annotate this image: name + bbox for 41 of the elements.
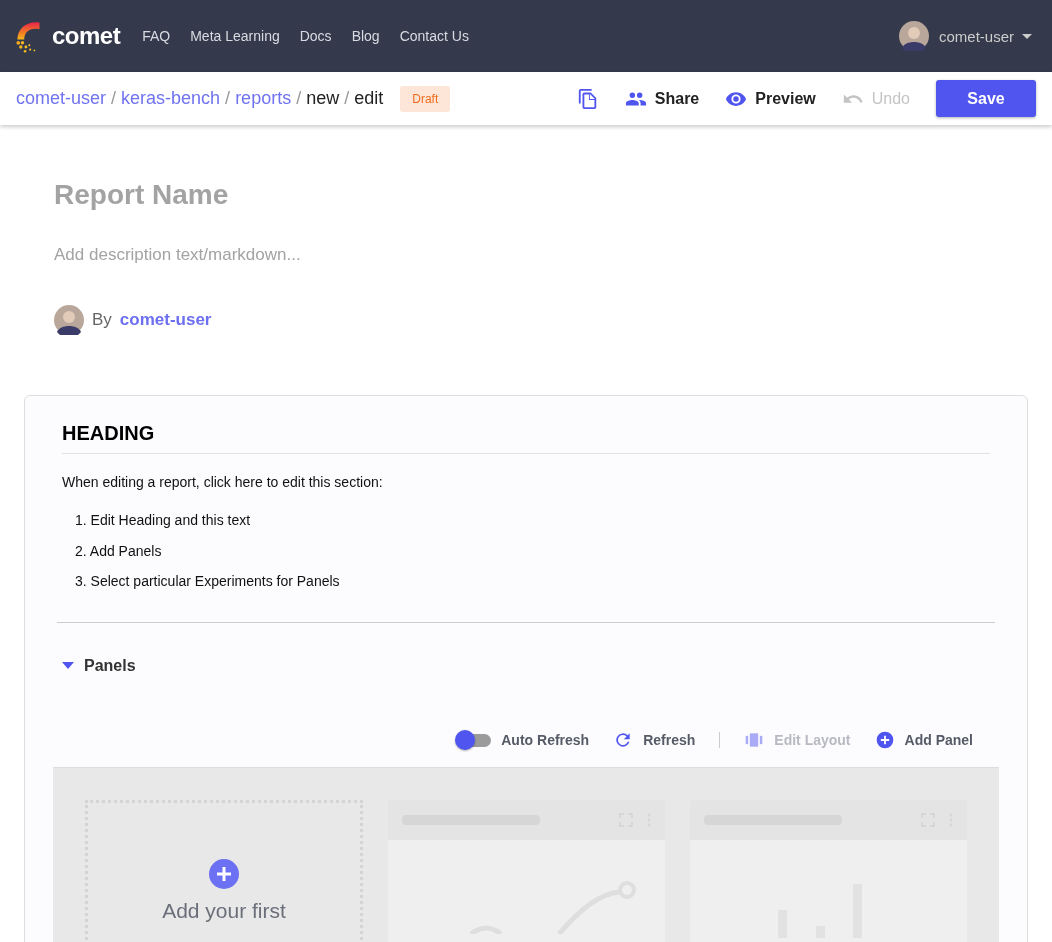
breadcrumb-separator: /: [344, 88, 350, 109]
breadcrumb-link[interactable]: reports: [235, 88, 292, 109]
breadcrumb-item: new: [306, 88, 340, 109]
refresh-button[interactable]: Refresh: [613, 729, 696, 750]
panels-toggle[interactable]: Panels: [62, 656, 136, 675]
section-text: When editing a report, click here to edit this section:: [62, 474, 384, 490]
author-link[interactable]: comet-user: [119, 310, 212, 330]
section-heading: HEADING: [62, 422, 990, 454]
breadcrumb-link[interactable]: keras-bench: [121, 88, 221, 109]
save-button[interactable]: Save: [936, 80, 1036, 117]
auto-refresh-toggle[interactable]: Auto Refresh: [455, 729, 590, 750]
add-icon: [874, 729, 895, 750]
nav-link[interactable]: Blog: [351, 28, 380, 44]
draft-badge: Draft: [400, 85, 451, 112]
add-panel-placeholder[interactable]: Add your first: [85, 799, 363, 942]
step-item: 3. Select particular Experiments for Panels: [75, 573, 341, 591]
nav-link[interactable]: Docs: [299, 28, 332, 44]
add-panel-button[interactable]: Add Panel: [874, 729, 973, 750]
placeholder-text: Add your first: [162, 898, 286, 923]
nav-link[interactable]: Meta Learning: [190, 28, 280, 44]
nav-link[interactable]: Contact Us: [399, 28, 469, 44]
preview-button[interactable]: Preview: [725, 87, 816, 110]
breadcrumb-separator: /: [111, 88, 117, 109]
step-item: 2. Add Panels: [75, 542, 163, 561]
by-label: By: [92, 310, 112, 330]
caret-icon: [62, 662, 74, 669]
caret-icon: [1022, 33, 1032, 39]
nav-link[interactable]: FAQ: [142, 28, 171, 44]
brand-name[interactable]: comet: [52, 22, 121, 50]
breadcrumb-separator: /: [225, 88, 231, 109]
share-button[interactable]: Share: [624, 87, 700, 110]
avatar-icon: [54, 305, 84, 335]
step-item: 1. Edit Heading and this text: [75, 512, 252, 530]
user-menu[interactable]: comet-user: [938, 27, 1032, 45]
breadcrumb-separator: /: [296, 88, 302, 109]
copy-icon: [576, 87, 599, 110]
avatar-icon[interactable]: [898, 21, 929, 51]
breadcrumb-item: edit: [354, 88, 384, 109]
copy-button[interactable]: [576, 87, 599, 110]
add-icon: [209, 858, 239, 889]
breadcrumb-link[interactable]: comet-user: [16, 88, 107, 109]
